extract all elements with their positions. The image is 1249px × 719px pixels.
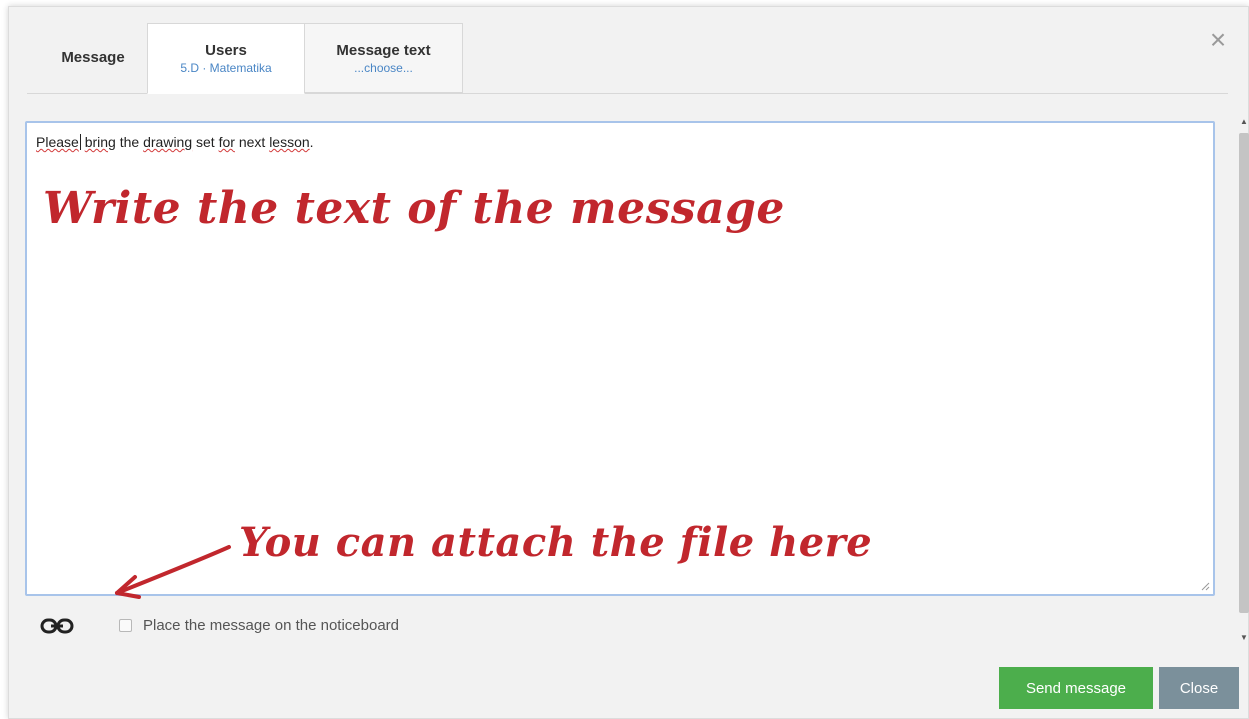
noticeboard-checkbox[interactable]	[119, 619, 132, 632]
resize-grip-icon[interactable]	[1200, 581, 1210, 591]
close-button[interactable]: Close	[1159, 667, 1239, 709]
link-icon[interactable]	[39, 613, 75, 639]
footer-options: Place the message on the noticeboard	[39, 611, 639, 641]
scroll-up-icon[interactable]: ▲	[1237, 115, 1249, 129]
scroll-thumb[interactable]	[1239, 133, 1249, 613]
text-word: Please	[36, 134, 79, 150]
text-word: drawing	[143, 134, 193, 150]
tab-message-text-title: Message text	[336, 41, 431, 59]
text-segment: next	[234, 134, 270, 150]
tab-users-subtitle: 5.D · Matematika	[180, 61, 272, 75]
tab-users[interactable]: Users 5.D · Matematika	[147, 23, 305, 94]
noticeboard-label: Place the message on the noticeboard	[143, 617, 400, 634]
text-word: lesson	[269, 134, 310, 150]
message-dialog: Message Users 5.D · Matematika Message t…	[8, 6, 1249, 719]
scroll-down-icon[interactable]: ▼	[1237, 631, 1249, 645]
tab-bar: Message Users 5.D · Matematika Message t…	[27, 23, 1228, 94]
tab-message-title: Message	[61, 49, 125, 66]
tab-users-title: Users	[205, 42, 247, 59]
text-word: bring	[84, 134, 116, 150]
annotation-write-text: Write the text of the message	[43, 183, 785, 234]
text-segment: set	[192, 134, 219, 150]
arrow-annotation-icon	[115, 545, 231, 599]
tab-message[interactable]: Message	[35, 23, 151, 93]
send-message-button[interactable]: Send message	[999, 667, 1153, 709]
tab-message-text-subtitle: ...choose...	[354, 60, 413, 75]
scrollbar[interactable]: ▲ ▼	[1237, 115, 1249, 645]
annotation-attach-file: You can attach the file here	[239, 519, 873, 566]
text-word: for	[218, 134, 235, 150]
tab-message-text[interactable]: Message text ...choose...	[305, 23, 463, 93]
close-icon[interactable]: ×	[1206, 26, 1230, 54]
text-segment: .	[309, 134, 314, 150]
text-segment: the	[115, 134, 144, 150]
message-text-content: Please bring the drawing set for next le…	[36, 134, 314, 150]
message-textarea[interactable]: Please bring the drawing set for next le…	[25, 121, 1215, 599]
